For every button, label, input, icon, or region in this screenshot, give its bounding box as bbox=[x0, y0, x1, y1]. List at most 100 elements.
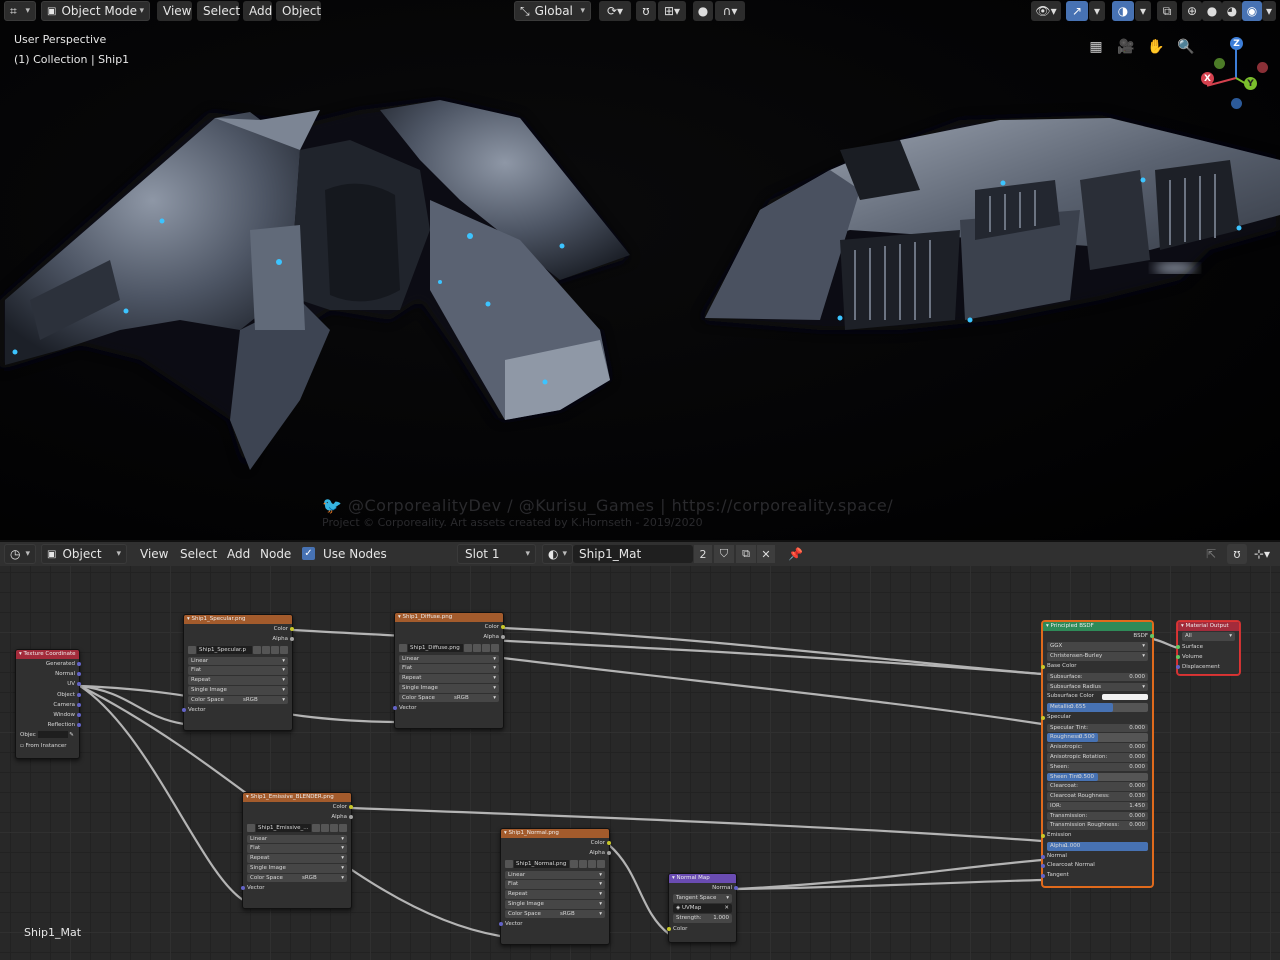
extension-dropdown[interactable]: Repeat ▾ bbox=[247, 854, 347, 863]
strength-field[interactable]: Strength: 1.000 bbox=[673, 913, 732, 923]
transform-orientation-dropdown[interactable]: ⤡ Global ▾ bbox=[514, 1, 591, 21]
xray-toggle[interactable]: ⧉ bbox=[1157, 1, 1177, 21]
field-transmission-roughness[interactable]: Transmission Roughness: 0.000 bbox=[1047, 821, 1148, 831]
space-dropdown[interactable]: Tangent Space ▾ bbox=[673, 894, 732, 903]
field-alpha[interactable]: Alpha:1.000 bbox=[1047, 842, 1148, 851]
socket-displacement[interactable]: Displacement bbox=[1176, 662, 1239, 672]
field-subsurface-color[interactable]: Subsurface Color bbox=[1043, 692, 1152, 702]
socket-surface[interactable]: Surface bbox=[1176, 642, 1239, 652]
ship-model-left[interactable] bbox=[0, 100, 630, 470]
interpolation-dropdown[interactable]: Linear ▾ bbox=[399, 654, 499, 664]
gizmo-y-axis[interactable]: Y bbox=[1244, 77, 1257, 90]
menu-view[interactable]: View bbox=[134, 544, 174, 564]
snap-toggle[interactable]: ʊ bbox=[1227, 544, 1247, 564]
browse-material-button[interactable]: ◐ ▾ bbox=[542, 544, 573, 564]
color-space-dropdown[interactable]: Color Space sRGB ▾ bbox=[188, 695, 288, 705]
menu-view[interactable]: View bbox=[157, 1, 192, 21]
extension-dropdown[interactable]: Repeat ▾ bbox=[399, 674, 499, 683]
distribution-dropdown[interactable]: GGX ▾ bbox=[1047, 642, 1148, 651]
socket-normal[interactable]: Normal bbox=[1041, 852, 1152, 862]
gizmo-z-axis[interactable]: Z bbox=[1230, 37, 1243, 50]
overlay-menu[interactable]: ▾ bbox=[1135, 1, 1151, 21]
shading-material[interactable]: ◕ bbox=[1222, 1, 1242, 21]
socket-vector[interactable]: Vector bbox=[393, 703, 503, 713]
node-header[interactable]: ▾ Texture Coordinate bbox=[16, 650, 79, 659]
gizmo-neg-z[interactable] bbox=[1231, 98, 1242, 109]
source-dropdown[interactable]: Single Image ▾ bbox=[188, 685, 288, 695]
socket-base-color[interactable]: Base Color bbox=[1041, 662, 1152, 672]
shader-type-dropdown[interactable]: ▣ Object ▾ bbox=[41, 544, 127, 564]
field-metallic[interactable]: Metallic:0.655 bbox=[1047, 703, 1148, 712]
image-selector[interactable]: Ship1_Emissive_... bbox=[247, 823, 347, 833]
socket-alpha[interactable]: Alpha bbox=[501, 848, 611, 858]
socket-color[interactable]: Color bbox=[667, 924, 736, 934]
shading-wireframe[interactable]: ⊕ bbox=[1182, 1, 1202, 21]
menu-add[interactable]: Add bbox=[221, 544, 256, 564]
node-image-diffuse[interactable]: ▾ Ship1_Diffuse.png Color Alpha Ship1_Di… bbox=[393, 612, 505, 729]
socket-camera[interactable]: Camera bbox=[16, 700, 81, 710]
socket-normal[interactable]: Normal bbox=[16, 669, 81, 679]
field-subsurface[interactable]: Subsurface: 0.000 bbox=[1047, 672, 1148, 682]
overlay-toggle[interactable]: ◑ bbox=[1112, 1, 1134, 21]
socket-emission[interactable]: Emission bbox=[1041, 831, 1152, 841]
gizmo-toggle[interactable]: ↗ bbox=[1066, 1, 1088, 21]
pan-view-button[interactable]: ✋ bbox=[1143, 34, 1169, 60]
use-nodes-checkbox[interactable]: ✓ bbox=[302, 547, 315, 560]
target-dropdown[interactable]: All ▾ bbox=[1182, 632, 1235, 641]
duplicate-material-button[interactable]: ⧉ bbox=[736, 545, 756, 563]
field-specular-tint[interactable]: Specular Tint: 0.000 bbox=[1047, 723, 1148, 733]
socket-generated[interactable]: Generated bbox=[16, 659, 81, 669]
node-header[interactable]: ▾ Ship1_Specular.png bbox=[184, 615, 292, 624]
falloff-button[interactable]: ∩▾ bbox=[715, 1, 745, 21]
node-image-emissive[interactable]: ▾ Ship1_Emissive_BLENDER.png Color Alpha… bbox=[241, 792, 353, 909]
field-subsurface-radius[interactable]: Subsurface Radius ▾ bbox=[1047, 682, 1148, 692]
field-sheen-tint[interactable]: Sheen Tint:0.500 bbox=[1047, 772, 1148, 782]
field-clearcoat[interactable]: Clearcoat: 0.000 bbox=[1047, 782, 1148, 791]
gizmo-neg-y[interactable] bbox=[1214, 58, 1225, 69]
menu-select[interactable]: Select bbox=[174, 544, 223, 564]
gizmo-x-axis[interactable]: X bbox=[1201, 72, 1214, 85]
node-header[interactable]: ▾ Normal Map bbox=[669, 874, 736, 883]
projection-dropdown[interactable]: Flat ▾ bbox=[247, 844, 347, 853]
node-header[interactable]: ▾ Material Output bbox=[1178, 622, 1239, 631]
socket-color[interactable]: Color bbox=[243, 802, 353, 812]
color-space-dropdown[interactable]: Color Space sRGB ▾ bbox=[247, 873, 347, 883]
camera-view-button[interactable]: 🎥 bbox=[1113, 34, 1139, 60]
fake-user-button[interactable]: ⛉ bbox=[714, 545, 734, 563]
node-normal-map[interactable]: ▾ Normal Map Normal Tangent Space ▾ ◈ UVM… bbox=[667, 873, 738, 943]
field-roughness[interactable]: Roughness:0.500 bbox=[1047, 733, 1148, 742]
socket-clearcoat-normal[interactable]: Clearcoat Normal bbox=[1041, 861, 1152, 871]
grid-toggle[interactable]: ▦ bbox=[1083, 34, 1109, 60]
editor-type-dropdown[interactable]: ◷ ▾ bbox=[4, 544, 36, 564]
editor-type-dropdown[interactable]: ⌗ ▾ bbox=[4, 1, 36, 21]
socket-color[interactable]: Color bbox=[184, 624, 294, 634]
node-header[interactable]: ▾ Ship1_Emissive_BLENDER.png bbox=[243, 793, 351, 802]
projection-dropdown[interactable]: Flat ▾ bbox=[188, 666, 288, 675]
menu-select[interactable]: Select bbox=[197, 1, 240, 21]
gizmo-neg-x[interactable] bbox=[1257, 62, 1268, 73]
socket-vector[interactable]: Vector bbox=[499, 919, 609, 929]
node-header[interactable]: ▾ Principled BSDF bbox=[1043, 622, 1152, 631]
image-selector[interactable]: Ship1_Normal.png bbox=[505, 859, 605, 869]
image-selector[interactable]: Ship1_Diffuse.png bbox=[399, 643, 499, 653]
interpolation-dropdown[interactable]: Linear ▾ bbox=[188, 656, 288, 666]
field-ior[interactable]: IOR: 1.450 bbox=[1047, 801, 1148, 811]
menu-object[interactable]: Object bbox=[276, 1, 321, 21]
use-nodes-label[interactable]: Use Nodes bbox=[317, 544, 393, 564]
gizmo-menu[interactable]: ▾ bbox=[1089, 1, 1105, 21]
color-space-dropdown[interactable]: Color Space sRGB ▾ bbox=[399, 693, 499, 703]
subsurface-method-dropdown[interactable]: Christensen-Burley ▾ bbox=[1047, 652, 1148, 661]
uv-map-field[interactable]: ◈ UVMap ✕ bbox=[673, 904, 732, 913]
proportional-edit-toggle[interactable]: ● bbox=[693, 1, 713, 21]
interpolation-dropdown[interactable]: Linear ▾ bbox=[505, 870, 605, 880]
parent-tree-button[interactable]: ⇱ bbox=[1200, 544, 1222, 564]
visibility-button[interactable]: 👁▾ bbox=[1031, 1, 1061, 21]
ship-model-right[interactable] bbox=[700, 115, 1280, 330]
socket-alpha[interactable]: Alpha bbox=[395, 632, 505, 642]
shading-menu[interactable]: ▾ bbox=[1262, 1, 1276, 21]
socket-tangent[interactable]: Tangent bbox=[1041, 871, 1152, 881]
field-anisotropic-rotation[interactable]: Anisotropic Rotation: 0.000 bbox=[1047, 752, 1148, 762]
source-dropdown[interactable]: Single Image ▾ bbox=[247, 863, 347, 873]
unlink-material-button[interactable]: ✕ bbox=[757, 545, 775, 563]
pivot-point-button[interactable]: ⟳▾ bbox=[599, 1, 631, 21]
